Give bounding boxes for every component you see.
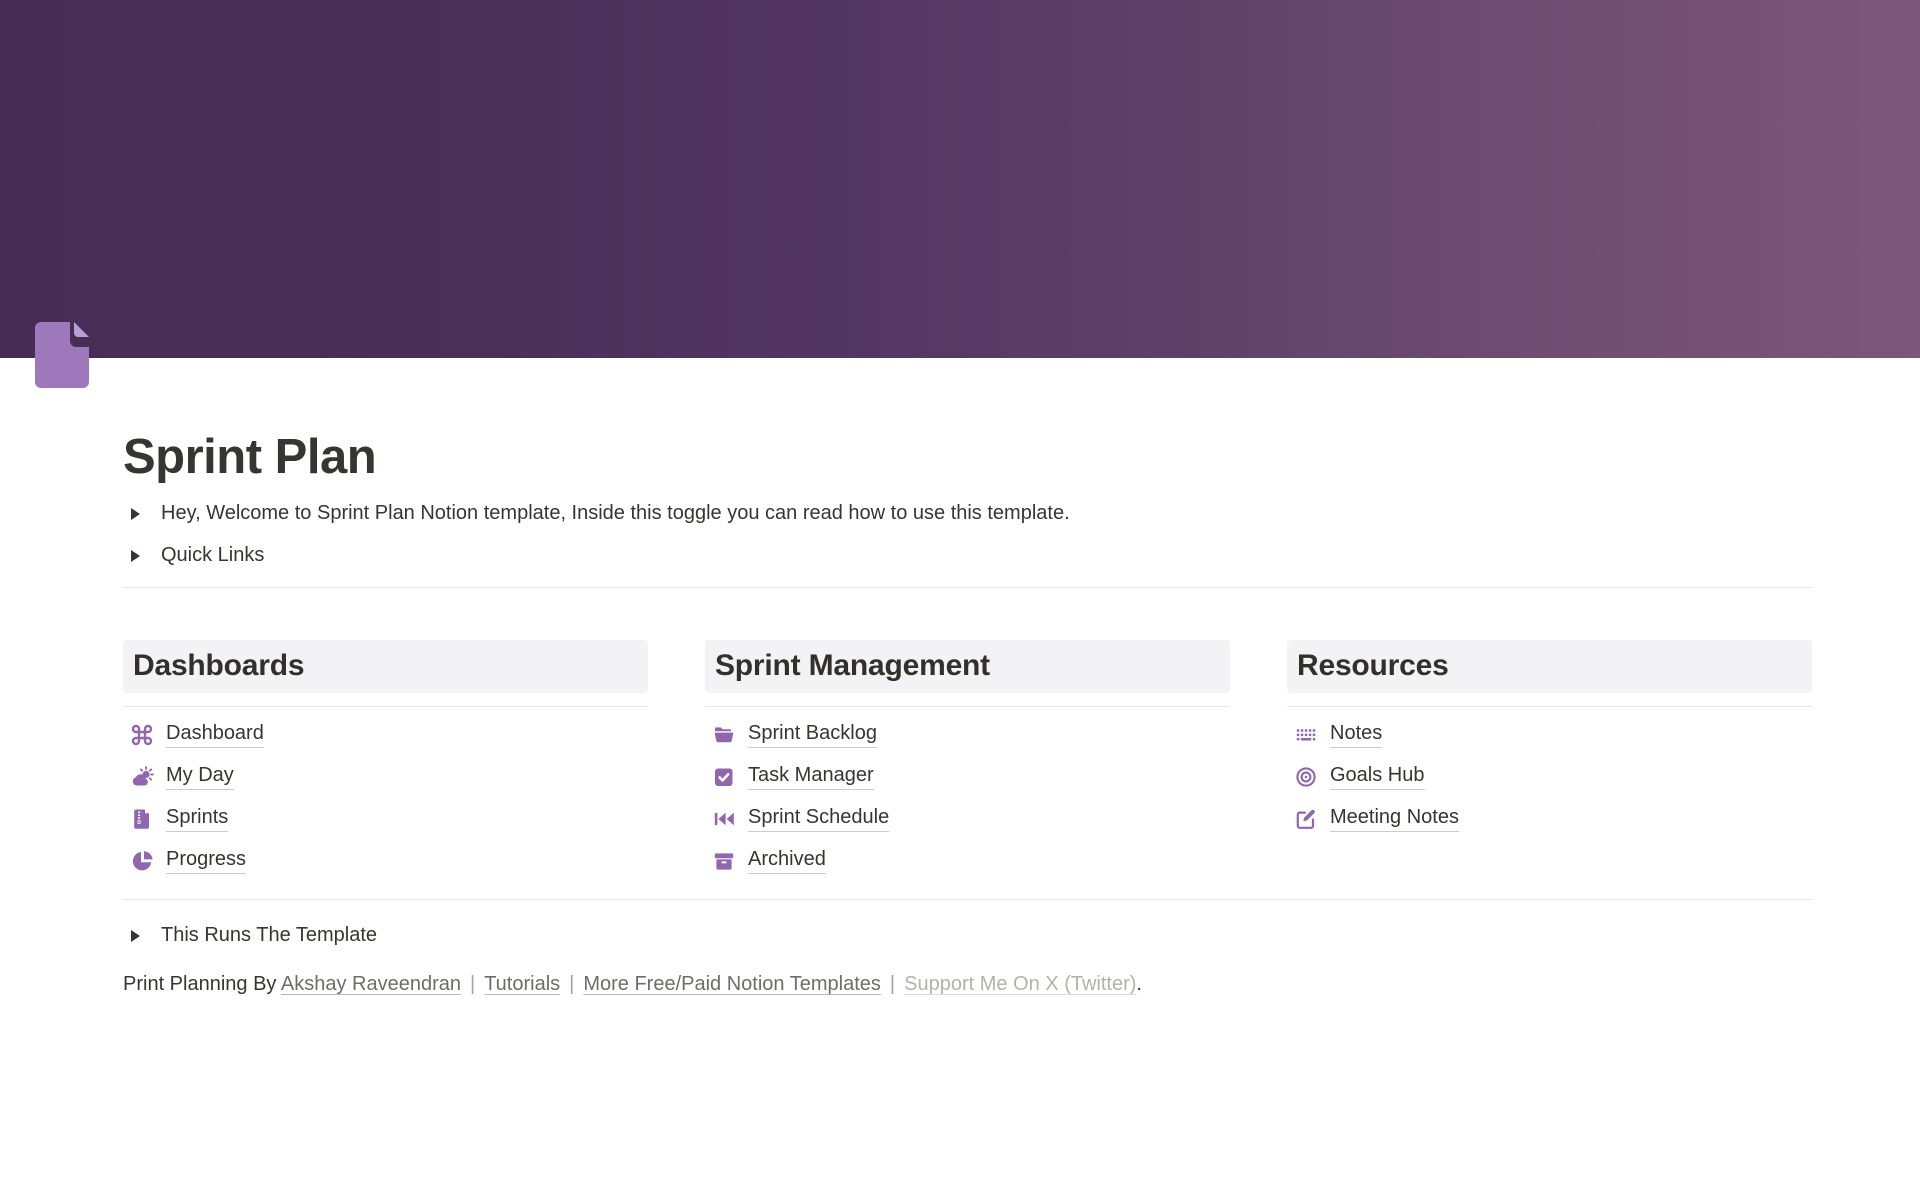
footer-suffix: . <box>1136 973 1142 995</box>
column-header-label: Sprint Management <box>715 649 990 683</box>
link-label: Dashboard <box>166 722 264 748</box>
target-icon <box>1294 765 1318 789</box>
document-zip-icon <box>130 807 154 831</box>
link-label: Sprint Backlog <box>748 722 877 748</box>
footer-link-twitter[interactable]: Support Me On X (Twitter) <box>904 973 1136 995</box>
link-label: Archived <box>748 848 826 874</box>
rewind-icon <box>712 807 736 831</box>
pie-chart-icon <box>130 849 154 873</box>
column-header-sprint-management: Sprint Management <box>705 640 1230 693</box>
toggle-runs-template[interactable]: This Runs The Template <box>123 915 1812 957</box>
footer-link-tutorials[interactable]: Tutorials <box>484 973 560 995</box>
page-document-icon[interactable] <box>23 316 101 394</box>
column-header-resources: Resources <box>1287 640 1812 693</box>
link-dashboard[interactable]: Dashboard <box>123 714 648 756</box>
footer-prefix: Print Planning By <box>123 973 281 995</box>
footer-link-author[interactable]: Akshay Raveendran <box>281 973 461 995</box>
columns-section: Dashboards Dashboard <box>123 640 1812 882</box>
toggle-triangle-icon <box>131 930 140 942</box>
column-header-label: Resources <box>1297 649 1449 683</box>
link-archived[interactable]: Archived <box>705 840 1230 882</box>
column-header-dashboards: Dashboards <box>123 640 648 693</box>
footer-separator: | <box>470 973 475 995</box>
toggle-runs-template-label: This Runs The Template <box>161 924 377 947</box>
link-my-day[interactable]: My Day <box>123 756 648 798</box>
checkbox-checked-icon <box>712 765 736 789</box>
sun-cloud-icon <box>130 765 154 789</box>
edit-square-icon <box>1294 807 1318 831</box>
link-label: Sprint Schedule <box>748 806 889 832</box>
footer-separator: | <box>569 973 574 995</box>
link-label: Progress <box>166 848 246 874</box>
link-label: My Day <box>166 764 234 790</box>
divider <box>1287 706 1812 707</box>
toggle-welcome-label: Hey, Welcome to Sprint Plan Notion templ… <box>161 502 1070 525</box>
folder-open-icon <box>712 723 736 747</box>
toggle-quick-links-label: Quick Links <box>161 544 264 567</box>
footer-link-more-templates[interactable]: More Free/Paid Notion Templates <box>583 973 881 995</box>
footer-separator: | <box>890 973 895 995</box>
column-header-label: Dashboards <box>133 649 304 683</box>
link-sprint-backlog[interactable]: Sprint Backlog <box>705 714 1230 756</box>
link-sprint-schedule[interactable]: Sprint Schedule <box>705 798 1230 840</box>
divider <box>705 706 1230 707</box>
link-label: Meeting Notes <box>1330 806 1459 832</box>
link-goals-hub[interactable]: Goals Hub <box>1287 756 1812 798</box>
divider <box>123 706 648 707</box>
page-cover <box>0 0 1920 358</box>
link-sprints[interactable]: Sprints <box>123 798 648 840</box>
command-icon <box>130 723 154 747</box>
column-sprint-management: Sprint Management Sprint Backlog <box>705 640 1230 882</box>
toggle-quick-links[interactable]: Quick Links <box>123 535 1812 577</box>
link-label: Goals Hub <box>1330 764 1425 790</box>
link-task-manager[interactable]: Task Manager <box>705 756 1230 798</box>
keyboard-icon <box>1294 723 1318 747</box>
link-notes[interactable]: Notes <box>1287 714 1812 756</box>
link-label: Task Manager <box>748 764 874 790</box>
toggle-triangle-icon <box>131 550 140 562</box>
footer-credits: Print Planning By Akshay Raveendran | Tuto… <box>123 969 1812 999</box>
column-dashboards: Dashboards Dashboard <box>123 640 648 882</box>
toggle-triangle-icon <box>131 508 140 520</box>
divider <box>123 899 1812 900</box>
page-title[interactable]: Sprint Plan <box>123 358 1812 487</box>
page-content: Sprint Plan Hey, Welcome to Sprint Plan … <box>0 358 1920 999</box>
toggle-welcome[interactable]: Hey, Welcome to Sprint Plan Notion templ… <box>123 493 1812 535</box>
link-label: Sprints <box>166 806 228 832</box>
column-resources: Resources Notes <box>1287 640 1812 882</box>
divider <box>123 587 1812 588</box>
link-label: Notes <box>1330 722 1382 748</box>
link-progress[interactable]: Progress <box>123 840 648 882</box>
archive-box-icon <box>712 849 736 873</box>
link-meeting-notes[interactable]: Meeting Notes <box>1287 798 1812 840</box>
